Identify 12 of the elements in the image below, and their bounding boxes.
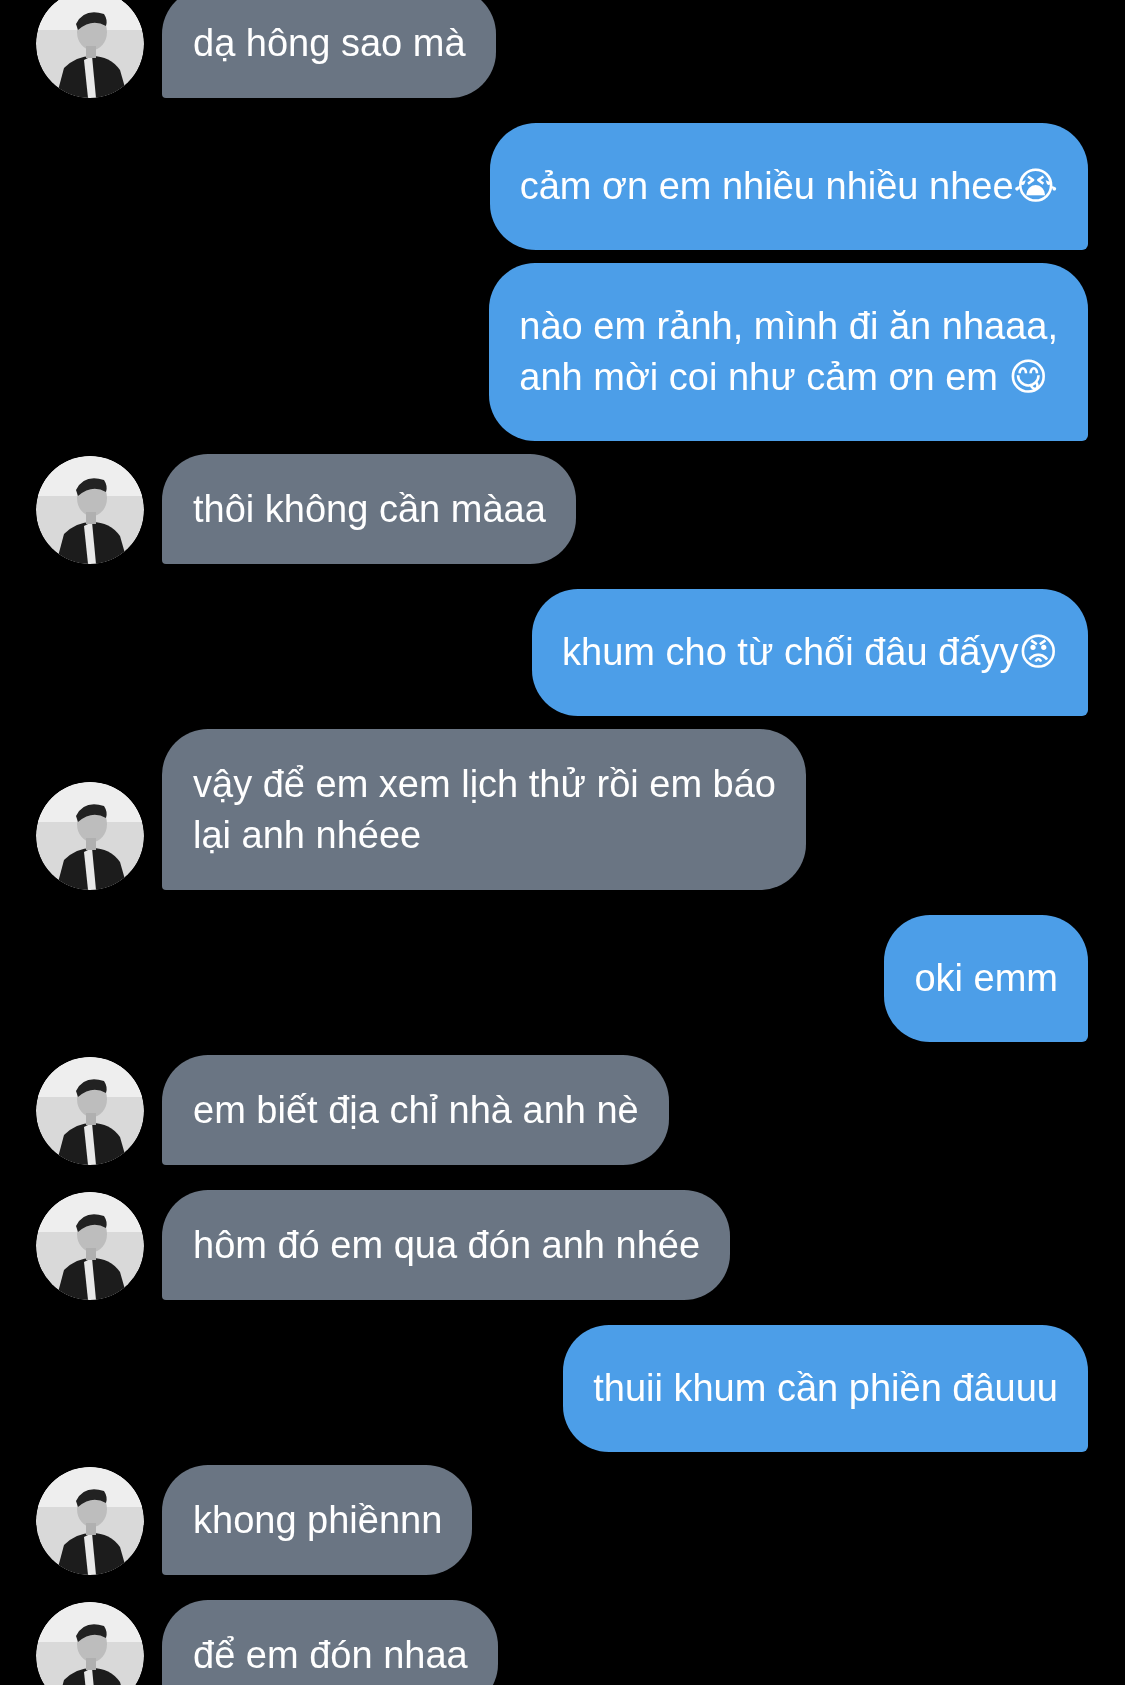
- message-bubble: thôi không cần màaa: [162, 454, 576, 564]
- message-bubble: hôm đó em qua đón anh nhée: [162, 1190, 731, 1300]
- message-bubble: thuii khum cần phiền đâuuu: [563, 1325, 1088, 1452]
- message-bubble: cảm ơn em nhiều nhiều nhee😭: [489, 123, 1088, 250]
- message-bubble: oki emm: [884, 915, 1088, 1042]
- message-bubble: khum cho từ chối đâu đấyy😡: [532, 589, 1088, 716]
- message-bubble: em biết địa chỉ nhà anh nè: [162, 1055, 669, 1165]
- message-bubble: để em đón nhaa: [162, 1600, 498, 1685]
- message-bubble: khong phiềnnn: [162, 1465, 473, 1575]
- message-bubble: nào em rảnh, mình đi ăn nhaaa, anh mời coi như cảm ơn em 😋: [489, 263, 1088, 441]
- message-bubble: vậy để em xem lịch thử rồi em báo lại anh nhéee: [162, 729, 806, 890]
- message-bubble: dạ hông sao mà: [162, 0, 496, 98]
